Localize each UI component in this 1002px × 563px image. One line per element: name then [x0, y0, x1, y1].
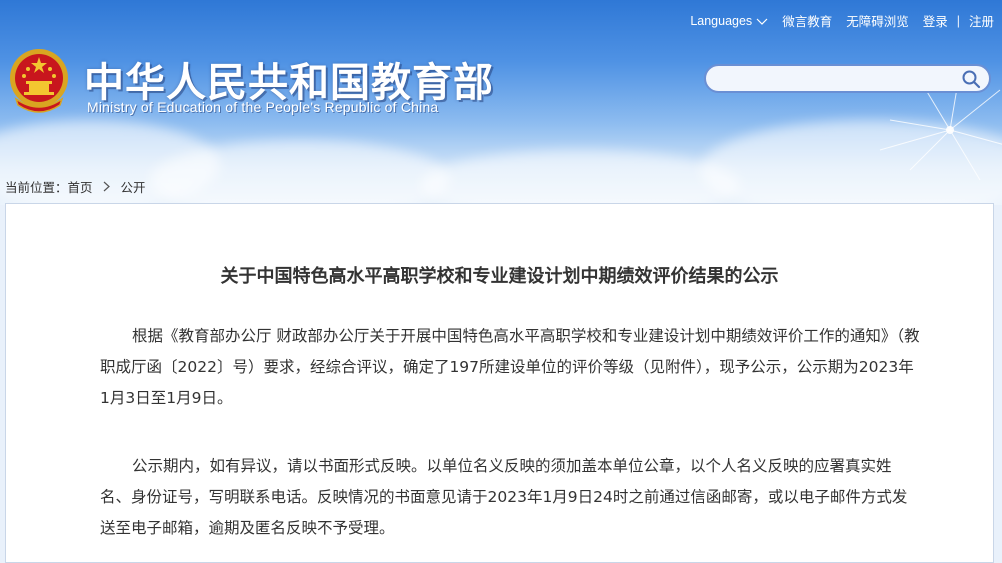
login-link[interactable]: 登录	[923, 11, 948, 30]
breadcrumb: 当前位置： 首页 公开	[5, 177, 146, 196]
chevron-right-icon	[103, 181, 110, 192]
register-link[interactable]: 注册	[969, 11, 994, 30]
weibo-link[interactable]: 微言教育	[782, 11, 832, 30]
search-input[interactable]	[716, 69, 960, 91]
cloud-decoration	[420, 150, 740, 205]
languages-label: Languages	[690, 13, 753, 28]
search-icon[interactable]	[961, 69, 981, 89]
article-title: 关于中国特色高水平高职学校和专业建设计划中期绩效评价结果的公示	[220, 266, 779, 287]
nav-separator: |	[956, 13, 960, 28]
languages-dropdown[interactable]: Languages	[690, 14, 768, 28]
breadcrumb-home-link[interactable]: 首页	[68, 177, 93, 196]
top-navigation: Languages 微言教育 无障碍浏览 登录 | 注册	[676, 11, 994, 30]
breadcrumb-current-link[interactable]: 公开	[121, 177, 146, 196]
article-container: 关于中国特色高水平高职学校和专业建设计划中期绩效评价结果的公示 根据《教育部办公…	[5, 203, 994, 563]
article-paragraph: 根据《教育部办公厅 财政部办公厅关于开展中国特色高水平高职学校和专业建设计划中期…	[100, 327, 920, 407]
site-subtitle[interactable]: Ministry of Education of the People's Re…	[87, 99, 438, 115]
chevron-down-icon	[756, 18, 768, 25]
breadcrumb-prefix: 当前位置：	[5, 181, 68, 195]
article-paragraph: 公示期内，如有异议，请以书面形式反映。以单位名义反映的须加盖本单位公章，以个人名…	[100, 457, 908, 537]
search-box	[704, 64, 991, 93]
site-header: 中华人民共和国教育部 Ministry of Education of the …	[0, 0, 1002, 205]
accessibility-link[interactable]: 无障碍浏览	[846, 11, 909, 30]
national-emblem-icon[interactable]	[8, 47, 70, 115]
